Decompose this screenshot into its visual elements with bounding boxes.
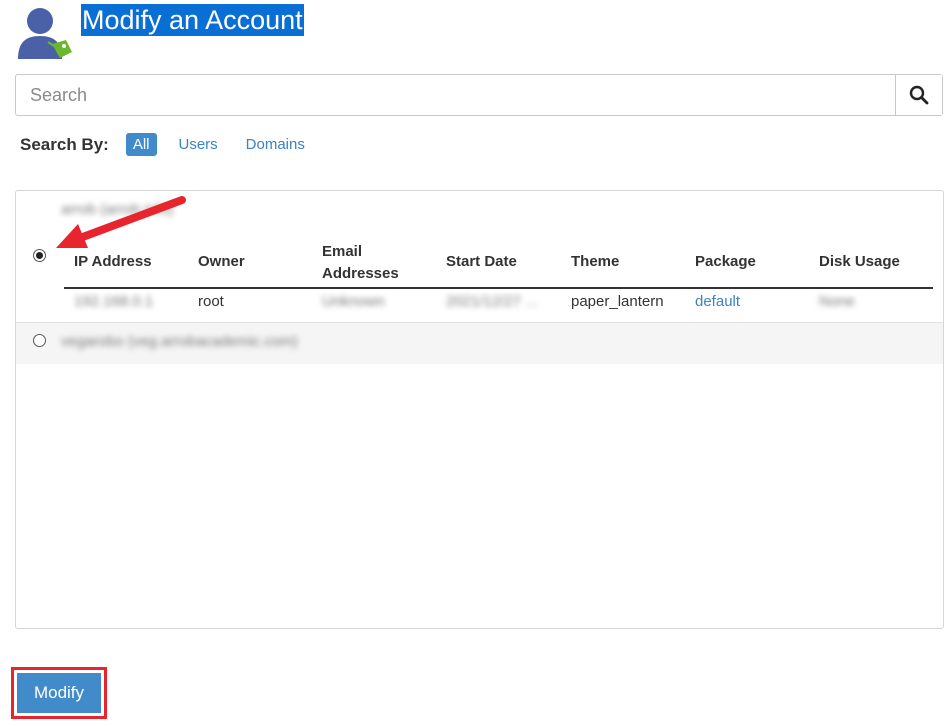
user-tag-icon xyxy=(18,8,72,59)
search-input[interactable] xyxy=(16,75,895,115)
search-by-label: Search By: xyxy=(20,134,109,154)
filter-all[interactable]: All xyxy=(125,133,157,156)
column-email-addresses: Email Addresses xyxy=(322,243,399,282)
account-radio[interactable] xyxy=(33,334,46,347)
disk-usage-value: None xyxy=(819,293,855,310)
page-header: Modify an Account xyxy=(14,3,304,62)
package-link-text[interactable]: default xyxy=(695,293,740,310)
page-title: Modify an Account xyxy=(81,3,304,36)
annotation-arrow xyxy=(56,196,186,248)
email-addresses-value: Unknown xyxy=(322,293,385,310)
theme-value: paper_lantern xyxy=(571,293,664,310)
owner-value: root xyxy=(198,293,224,310)
column-owner: Owner xyxy=(198,253,245,270)
search-button[interactable] xyxy=(895,75,942,115)
start-date-value: 2021/12/27 ... xyxy=(446,293,538,310)
column-disk-usage: Disk Usage xyxy=(819,253,900,270)
search-by-filters: Search By: All Users Domains xyxy=(20,131,326,158)
column-theme: Theme xyxy=(571,253,620,270)
column-package: Package xyxy=(695,253,756,270)
search-bar xyxy=(15,74,943,116)
account-name: vegarobo (veg.arrobacademic.com) xyxy=(61,333,298,350)
modify-button-highlight: Modify xyxy=(11,667,107,719)
package-link[interactable]: default xyxy=(695,293,740,310)
ip-address-value: 192.168.0.1 xyxy=(74,293,154,310)
column-start-date: Start Date xyxy=(446,253,517,270)
modify-button[interactable]: Modify xyxy=(17,673,101,713)
filter-domains[interactable]: Domains xyxy=(239,133,312,156)
account-details-row: 192.168.0.1 root Unknown 2021/12/27 ... … xyxy=(64,289,933,319)
search-icon xyxy=(909,85,929,105)
filter-users[interactable]: Users xyxy=(172,133,225,156)
account-row[interactable]: vegarobo (veg.arrobacademic.com) xyxy=(16,322,943,364)
